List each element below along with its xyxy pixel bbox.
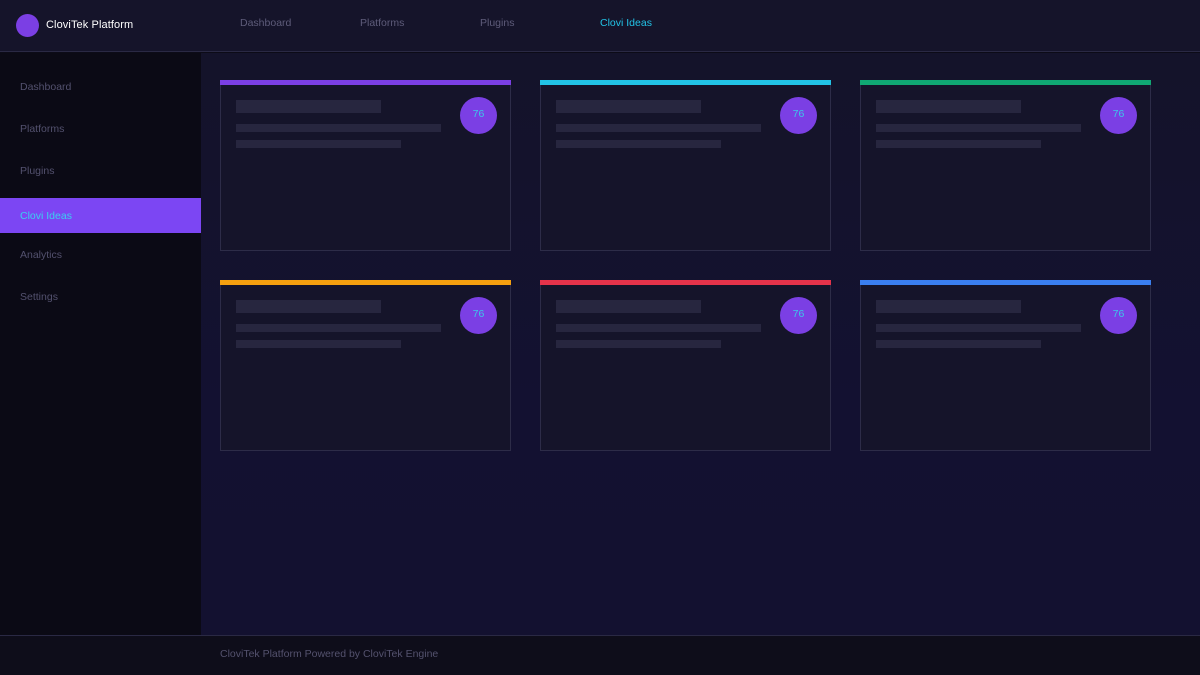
idea-card[interactable]: 76 bbox=[540, 80, 831, 251]
card-title-placeholder bbox=[236, 100, 381, 113]
card-title-placeholder bbox=[876, 300, 1021, 313]
card-title-placeholder bbox=[876, 100, 1021, 113]
footer-text: CloviTek Platform Powered by CloviTek En… bbox=[220, 648, 439, 660]
sidebar: Dashboard Platforms Plugins Clovi Ideas … bbox=[0, 53, 201, 635]
sidebar-item-label: Plugins bbox=[20, 164, 55, 177]
top-header: CloviTek Platform Dashboard Platforms Pl… bbox=[0, 0, 1200, 52]
sidebar-item-label: Settings bbox=[20, 290, 58, 303]
card-accent-bar bbox=[220, 80, 511, 85]
card-text-placeholder bbox=[556, 340, 721, 348]
top-nav-platforms[interactable]: Platforms bbox=[360, 17, 404, 29]
footer: CloviTek Platform Powered by CloviTek En… bbox=[0, 635, 1200, 675]
card-text-placeholder bbox=[876, 324, 1081, 332]
sidebar-item-dashboard[interactable]: Dashboard bbox=[0, 69, 201, 104]
top-nav-dashboard[interactable]: Dashboard bbox=[240, 17, 291, 29]
sidebar-item-clovi-ideas[interactable]: Clovi Ideas bbox=[0, 198, 201, 233]
card-text-placeholder bbox=[876, 140, 1041, 148]
card-text-placeholder bbox=[236, 340, 401, 348]
idea-card[interactable]: 76 bbox=[860, 280, 1151, 451]
brand-logo-icon bbox=[16, 13, 39, 37]
sidebar-item-label: Dashboard bbox=[20, 80, 72, 93]
sidebar-item-label: Clovi Ideas bbox=[20, 209, 72, 222]
card-accent-bar bbox=[220, 280, 511, 285]
brand-name: CloviTek Platform bbox=[46, 19, 134, 31]
idea-card[interactable]: 76 bbox=[220, 280, 511, 451]
card-accent-bar bbox=[860, 280, 1151, 285]
card-accent-bar bbox=[540, 80, 831, 85]
sidebar-item-label: Analytics bbox=[20, 248, 63, 261]
top-nav-clovi-ideas[interactable]: Clovi Ideas bbox=[600, 17, 652, 29]
card-accent-bar bbox=[860, 80, 1151, 85]
idea-card[interactable]: 76 bbox=[220, 80, 511, 251]
card-title-placeholder bbox=[556, 300, 701, 313]
card-title-placeholder bbox=[236, 300, 381, 313]
sidebar-item-label: Platforms bbox=[20, 122, 65, 135]
card-accent-bar bbox=[540, 280, 831, 285]
idea-card[interactable]: 76 bbox=[540, 280, 831, 451]
score-badge[interactable]: 76 bbox=[1100, 297, 1137, 334]
score-badge[interactable]: 76 bbox=[460, 97, 497, 134]
score-badge[interactable]: 76 bbox=[460, 297, 497, 334]
card-text-placeholder bbox=[556, 324, 761, 332]
card-text-placeholder bbox=[876, 124, 1081, 132]
idea-card[interactable]: 76 bbox=[860, 80, 1151, 251]
card-text-placeholder bbox=[236, 140, 401, 148]
brand[interactable]: CloviTek Platform bbox=[16, 13, 133, 37]
card-text-placeholder bbox=[556, 140, 721, 148]
card-text-placeholder bbox=[236, 124, 441, 132]
sidebar-item-analytics[interactable]: Analytics bbox=[0, 237, 201, 272]
score-badge[interactable]: 76 bbox=[1100, 97, 1137, 134]
card-text-placeholder bbox=[236, 324, 441, 332]
top-nav-plugins[interactable]: Plugins bbox=[480, 17, 514, 29]
sidebar-item-settings[interactable]: Settings bbox=[0, 279, 201, 314]
card-title-placeholder bbox=[556, 100, 701, 113]
score-badge[interactable]: 76 bbox=[780, 97, 817, 134]
card-text-placeholder bbox=[876, 340, 1041, 348]
card-text-placeholder bbox=[556, 124, 761, 132]
sidebar-item-platforms[interactable]: Platforms bbox=[0, 111, 201, 146]
score-badge[interactable]: 76 bbox=[780, 297, 817, 334]
main-content: 76 76 76 76 76 76 bbox=[201, 53, 1200, 635]
app-window: CloviTek Platform Dashboard Platforms Pl… bbox=[0, 0, 1200, 675]
sidebar-item-plugins[interactable]: Plugins bbox=[0, 153, 201, 188]
